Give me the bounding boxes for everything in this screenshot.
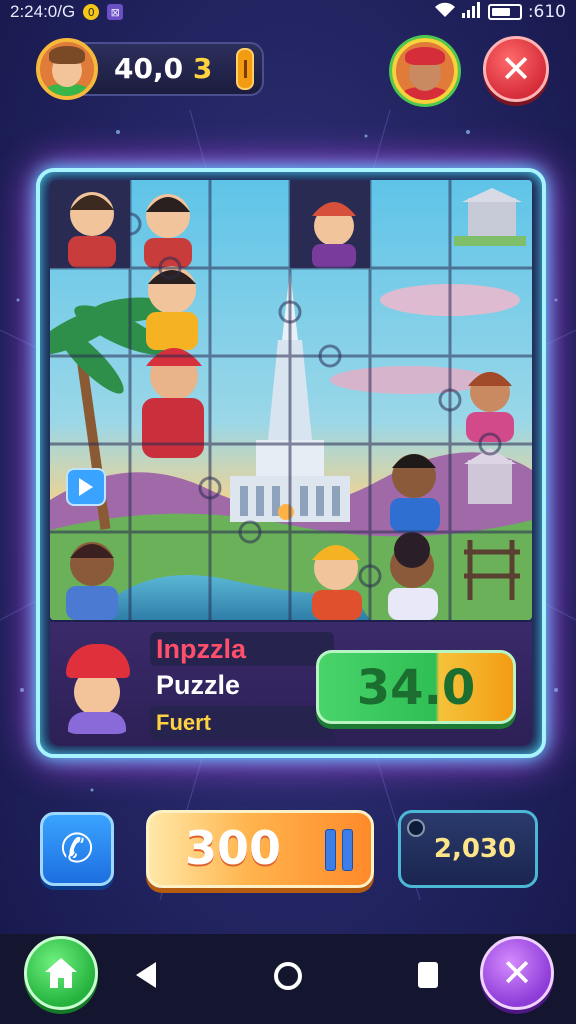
- pause-icon[interactable]: [325, 829, 353, 871]
- home-circle-icon[interactable]: [274, 962, 302, 990]
- coins-panel[interactable]: 2,030: [398, 810, 538, 888]
- player-avatar[interactable]: [36, 38, 98, 100]
- close-button[interactable]: ✕: [483, 36, 549, 102]
- info-avatar: [62, 632, 138, 738]
- wifi-icon: [434, 2, 456, 23]
- timer-button[interactable]: 300: [146, 810, 374, 888]
- player-hud: 40,0 3: [36, 38, 266, 100]
- signal-icon: [461, 1, 482, 23]
- hud-score-value: 40,0: [114, 52, 184, 85]
- puzzle-title: Puzzle: [156, 670, 241, 700]
- close-icon: ✕: [501, 951, 533, 995]
- battery-icon: [487, 4, 522, 20]
- puzzle-difficulty: Fuert: [150, 706, 334, 740]
- opponent-avatar[interactable]: [392, 38, 460, 106]
- recent-apps-icon[interactable]: [418, 962, 438, 988]
- pin-icon: [407, 819, 425, 837]
- home-icon: [45, 958, 77, 988]
- play-button[interactable]: [66, 468, 106, 506]
- status-time: 2:24:0/G: [10, 2, 76, 21]
- home-button[interactable]: [24, 936, 98, 1010]
- phone-icon: ✆: [60, 826, 94, 872]
- status-right-text: :610: [527, 2, 566, 22]
- energy-bar: [236, 48, 254, 90]
- hud-score: 40,0 3: [114, 52, 212, 85]
- info-avatar-image: [62, 638, 132, 734]
- notification-icon: 0: [83, 4, 100, 20]
- puzzle-subtitle: Inpzzla: [150, 632, 334, 666]
- call-button[interactable]: ✆: [40, 812, 114, 886]
- opponent-avatar-image: [392, 38, 458, 104]
- coins-value: 2,030: [433, 834, 517, 864]
- puzzle-board[interactable]: [50, 180, 532, 620]
- exit-button[interactable]: ✕: [480, 936, 554, 1010]
- status-bar: 2:24:0/G 0 ⊠ :610: [0, 0, 576, 24]
- puzzle-info-panel: Inpzzla Puzzle Fuert 34.0: [50, 622, 532, 746]
- back-icon[interactable]: [136, 962, 156, 988]
- close-icon: ✕: [500, 47, 532, 91]
- hud-level-value: 3: [192, 52, 213, 85]
- puzzle-image: [50, 180, 532, 620]
- puzzle-score-badge: 34.0: [316, 650, 516, 724]
- app-notification-icon: ⊠: [107, 4, 124, 20]
- timer-value: 300: [185, 821, 282, 875]
- play-icon: [79, 478, 93, 496]
